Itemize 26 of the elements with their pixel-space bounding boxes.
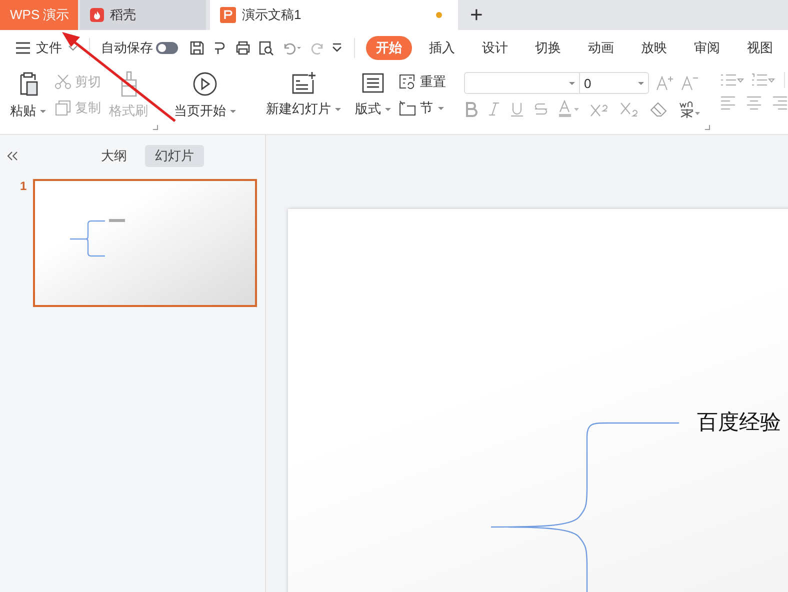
- ribbon-tab[interactable]: 审阅: [684, 36, 730, 60]
- slide-title: 百度经验: [697, 410, 781, 436]
- ribbon-tab[interactable]: 切换: [525, 36, 571, 60]
- app-tab[interactable]: 演示文稿1: [210, 0, 458, 30]
- ribbon-tab[interactable]: 动画: [578, 36, 624, 60]
- play-from-current-button[interactable]: 当页开始: [168, 68, 242, 134]
- slide-number: 1: [20, 179, 26, 195]
- tab-label: 演示文稿1: [242, 6, 302, 24]
- file-menu[interactable]: 文件: [16, 38, 78, 56]
- autosave-label: 自动保存: [101, 38, 153, 56]
- app-tab[interactable]: 稻壳: [80, 0, 206, 30]
- layout-button[interactable]: 版式: [353, 68, 393, 134]
- ribbon-tab[interactable]: 设计: [472, 36, 518, 60]
- tab-label: 稻壳: [110, 6, 136, 24]
- ribbon-tab[interactable]: 视图: [737, 36, 783, 60]
- ribbon-tab[interactable]: 插入: [419, 36, 465, 60]
- paste-button[interactable]: 粘贴: [8, 68, 48, 134]
- view-tab[interactable]: 幻灯片: [145, 145, 204, 167]
- new-slide-button[interactable]: 新建幻灯片: [260, 68, 347, 134]
- ribbon-tab[interactable]: 放映: [631, 36, 677, 60]
- tab-label: WPS 演示: [10, 6, 70, 24]
- new-tab-button[interactable]: +: [458, 0, 495, 30]
- view-tab[interactable]: 大纲: [91, 145, 137, 167]
- section-button[interactable]: 节: [399, 97, 446, 119]
- slide-canvas[interactable]: 百度经验: [288, 209, 788, 592]
- reset-button[interactable]: 重置: [399, 71, 446, 93]
